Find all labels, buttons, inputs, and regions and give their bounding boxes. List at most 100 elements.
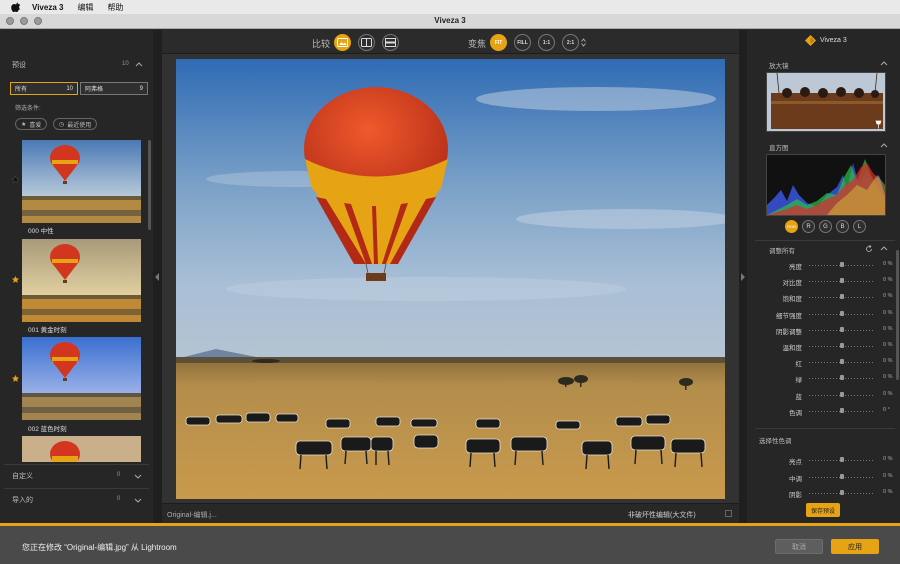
balloon-photo	[176, 59, 725, 499]
zoom-stepper-icon[interactable]	[581, 38, 586, 47]
star-filled-icon[interactable]	[11, 374, 20, 383]
cancel-button[interactable]: 取消	[775, 539, 823, 554]
slider-value: 0 %	[883, 293, 893, 300]
histogram-label: 直方图	[769, 145, 789, 152]
filename-label: Original-编辑.j...	[167, 512, 217, 519]
adjustments-scrollbar[interactable]	[896, 250, 899, 380]
chevron-up-icon[interactable]	[880, 244, 888, 252]
preset-thumbnail-neutral[interactable]	[22, 140, 141, 223]
chevron-up-icon[interactable]	[880, 141, 888, 149]
preview-status-bar: Original-编辑.j... 非破坏性编辑(大文件)	[162, 503, 739, 523]
presets-header: 预设	[12, 62, 26, 69]
channel-rgb-button[interactable]: RGB	[785, 220, 798, 233]
slider-row: 细节强度 0 %	[747, 308, 900, 320]
histogram-graph	[767, 159, 885, 215]
zoom-2-1-button[interactable]: 2:1	[562, 34, 579, 51]
filter-all-label: 所有	[15, 87, 28, 93]
apply-button[interactable]: 应用	[831, 539, 879, 554]
save-preset-button[interactable]: 保存预设	[806, 503, 840, 517]
filter-all[interactable]: 所有 10	[10, 82, 78, 95]
split-view-icon	[361, 38, 372, 47]
slider-handle[interactable]	[840, 407, 844, 413]
slider-value: 0 %	[883, 309, 893, 316]
left-panel-collapse[interactable]	[153, 30, 162, 523]
preview-toolbar: 比较 变焦 FIT FILL 1:1 2:1	[162, 30, 739, 54]
slider-label: 亮度	[789, 264, 802, 271]
imported-section-label[interactable]: 导入的	[12, 495, 33, 505]
slider-handle[interactable]	[840, 375, 844, 381]
slider-value: 0 %	[883, 342, 893, 348]
preset-thumbnail-blue[interactable]	[22, 337, 141, 420]
preset-thumbnail-partial[interactable]	[22, 436, 141, 462]
pin-icon[interactable]	[875, 120, 882, 129]
histogram-display	[766, 154, 886, 216]
window-titlebar: Viveza 3	[0, 14, 900, 29]
slider-value: 0 %	[883, 374, 893, 381]
preset-thumbnail-image	[22, 436, 141, 462]
slider-handle[interactable]	[840, 262, 844, 267]
star-outline-icon[interactable]	[11, 175, 20, 184]
filter-conditions-label: 筛选条件:	[15, 106, 41, 112]
right-panel-collapse[interactable]	[739, 30, 747, 523]
slider-handle[interactable]	[840, 326, 844, 332]
chevron-up-icon[interactable]	[135, 60, 143, 68]
slider-row: 温和度 0 %	[747, 340, 900, 352]
triangle-right-icon	[741, 273, 745, 281]
menu-app-name[interactable]: Viveza 3	[32, 3, 63, 12]
slider-handle[interactable]	[840, 391, 844, 397]
filter-collection[interactable]: 阿弗格 9	[80, 82, 148, 95]
slider-handle[interactable]	[840, 278, 844, 284]
menu-edit[interactable]: 编辑	[77, 2, 93, 13]
slider-value: 0 %	[883, 261, 893, 267]
slider-row: 色调 0 °	[747, 405, 900, 417]
slider-label: 蓝	[795, 393, 803, 401]
slider-handle[interactable]	[840, 490, 844, 495]
preview-photo[interactable]	[176, 59, 725, 499]
presets-scrollbar[interactable]	[148, 140, 151, 230]
zoom-1-1-button[interactable]: 1:1	[538, 34, 555, 51]
menu-help[interactable]: 帮助	[107, 2, 123, 13]
slider-label: 绿	[795, 377, 803, 385]
slider-handle[interactable]	[840, 310, 844, 316]
preset-thumbnail-golden[interactable]	[22, 239, 141, 322]
slider-label: 中调	[789, 475, 802, 483]
slider-row: 饱和度 0 %	[747, 291, 900, 303]
recent-pill[interactable]: ◷ 最近使用	[53, 118, 98, 130]
zoom-label: 变焦	[468, 39, 487, 49]
preset-caption-blue: 002 蓝色时刻	[28, 426, 67, 433]
favorites-pill[interactable]: ★ 喜爱	[15, 118, 48, 130]
zoom-fill-button[interactable]: FILL	[514, 34, 531, 51]
compare-split-button[interactable]	[358, 34, 375, 51]
filter-all-count: 10	[66, 85, 73, 92]
edit-mode-label: 非破坏性编辑(大文件)	[628, 512, 696, 519]
slider-row: 阴影调整 0 %	[747, 324, 900, 336]
slider-handle[interactable]	[840, 473, 844, 479]
chevron-down-icon[interactable]	[134, 496, 142, 504]
channel-b-button[interactable]: B	[836, 220, 849, 233]
compare-single-button[interactable]	[334, 34, 351, 51]
slider-handle[interactable]	[840, 359, 844, 365]
side-by-side-icon	[385, 38, 396, 47]
edit-mode-checkbox[interactable]	[725, 510, 732, 517]
apple-icon[interactable]	[10, 2, 22, 12]
preview-area: 比较 变焦 FIT FILL 1:1 2:1 Original-编辑.j... …	[162, 30, 739, 523]
slider-handle[interactable]	[840, 457, 844, 462]
star-filled-icon[interactable]	[11, 275, 20, 284]
custom-section-label[interactable]: 自定义	[12, 471, 33, 481]
reset-icon[interactable]	[865, 245, 873, 253]
preview-icon	[337, 38, 348, 47]
compare-side-button[interactable]	[382, 34, 399, 51]
channel-g-button[interactable]: G	[819, 220, 832, 233]
channel-l-button[interactable]: L	[853, 220, 866, 233]
chevron-down-icon[interactable]	[134, 472, 142, 480]
presets-panel: 预设 10 所有 10 阿弗格 9 筛选条件: ★ 喜爱 ◷ 最近使用 000 中性	[0, 30, 153, 523]
favorites-pill-label: 喜爱	[29, 122, 42, 129]
zoom-fit-button[interactable]: FIT	[490, 34, 507, 51]
chevron-up-icon[interactable]	[880, 59, 888, 67]
slider-label: 对比度	[782, 280, 803, 288]
channel-r-button[interactable]: R	[802, 220, 815, 233]
slider-label: 饱和度	[782, 296, 803, 304]
slider-handle[interactable]	[840, 294, 844, 300]
slider-handle[interactable]	[840, 343, 844, 348]
slider-row: 亮点 0 %	[747, 454, 900, 466]
